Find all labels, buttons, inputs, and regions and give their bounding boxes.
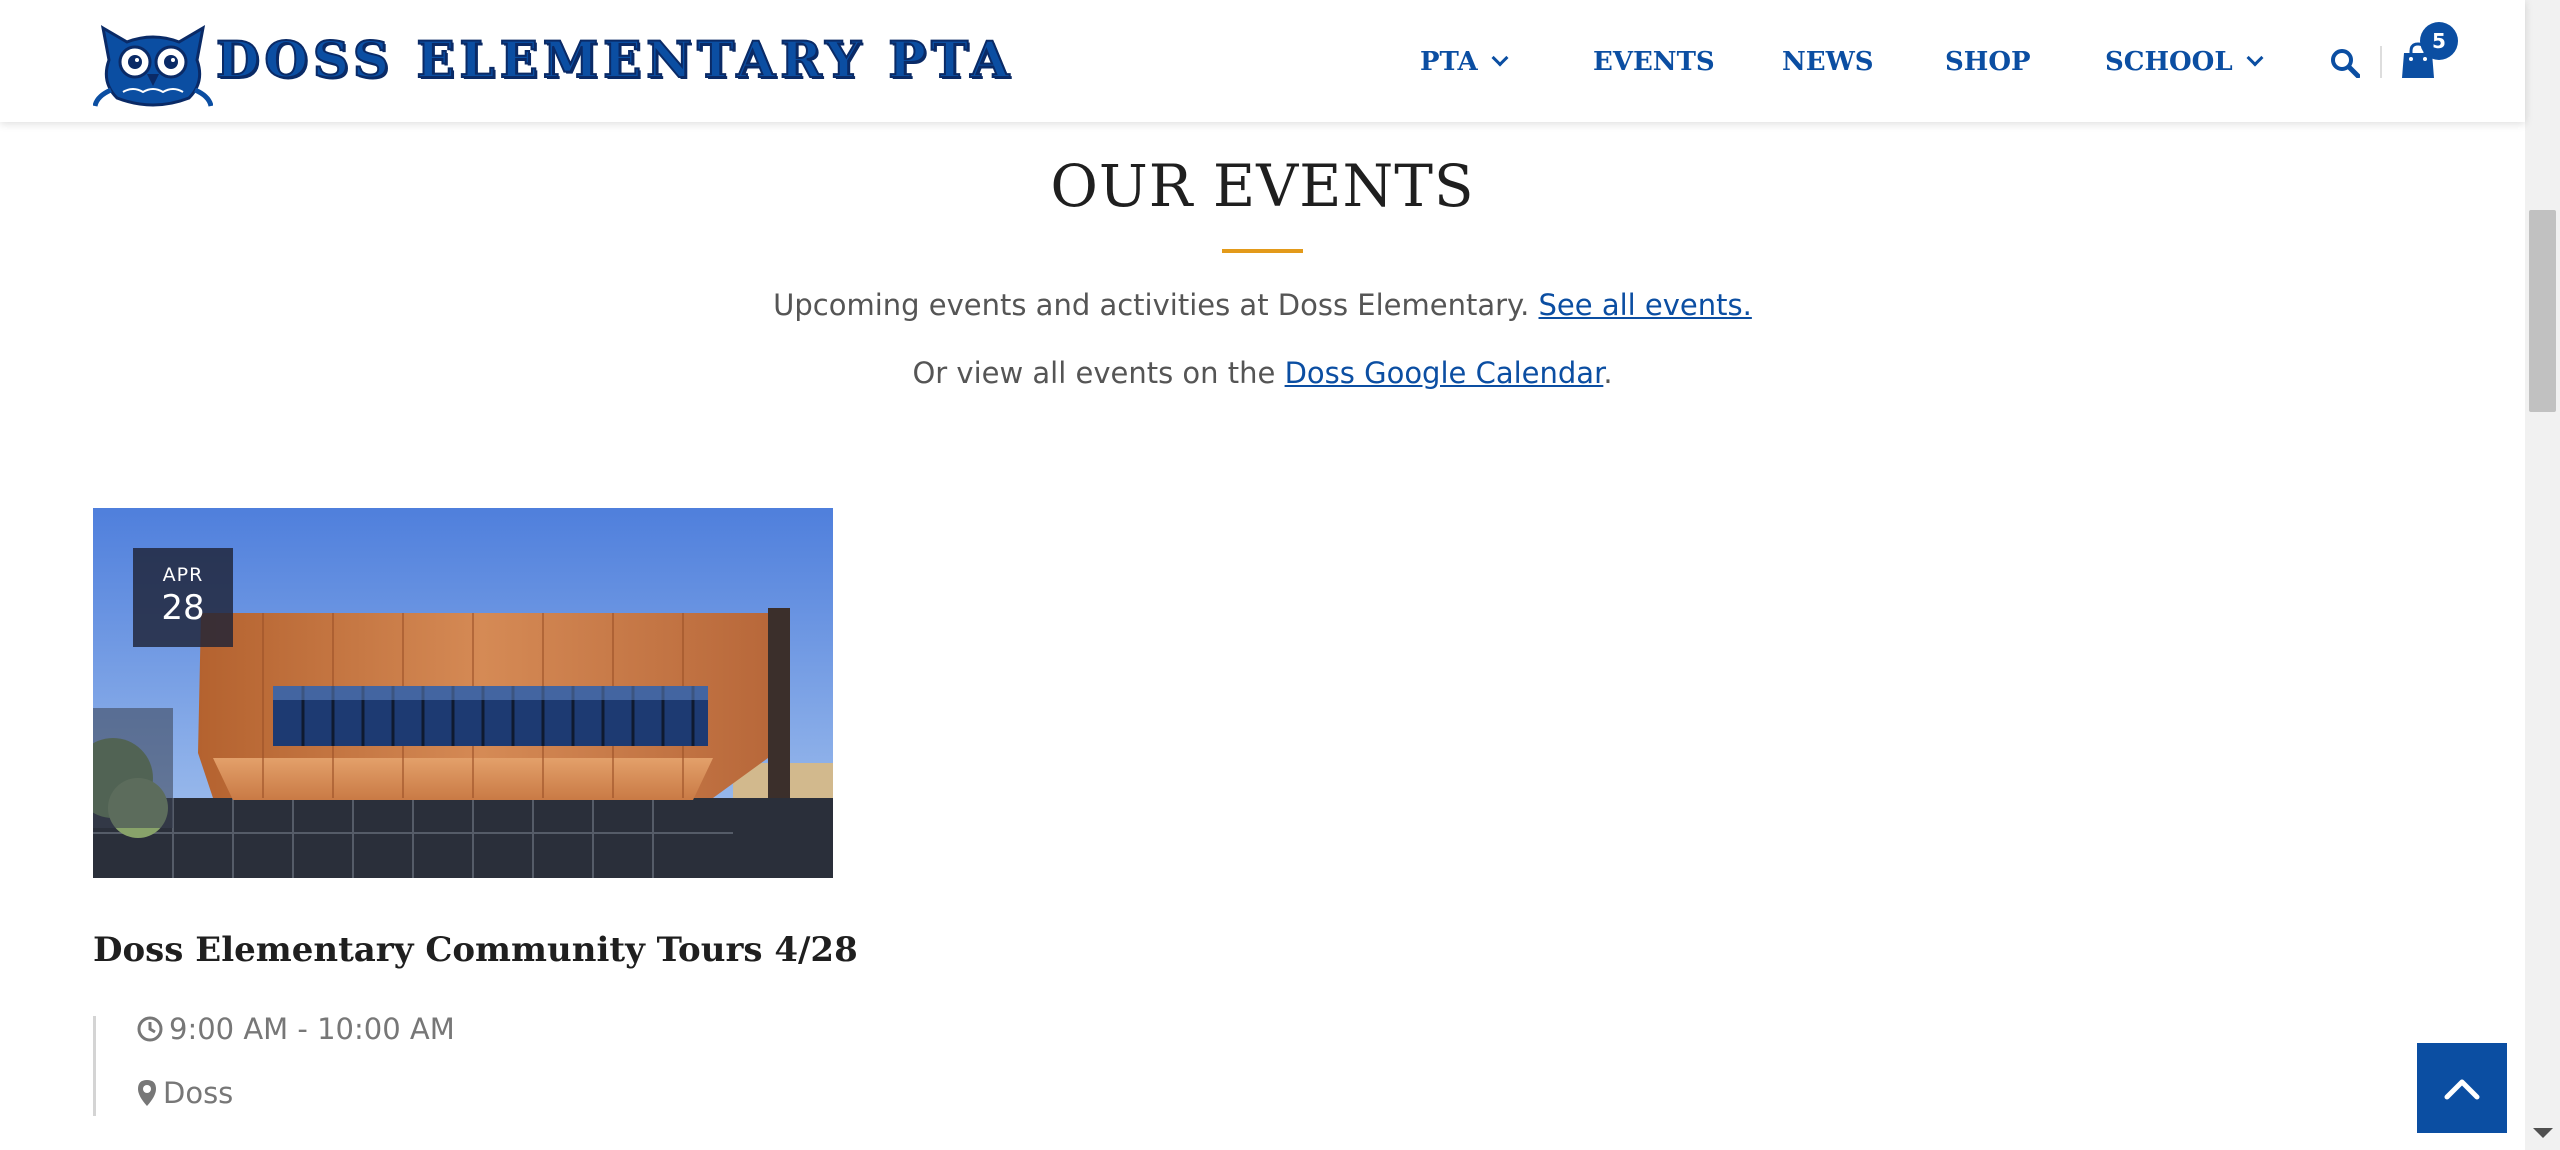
event-meta-rule xyxy=(93,1016,96,1116)
event-location: Doss xyxy=(137,1076,233,1110)
chevron-up-icon xyxy=(2444,1079,2480,1100)
cart-count-badge: 5 xyxy=(2420,22,2458,60)
map-pin-icon xyxy=(138,1080,156,1106)
nav-item-school[interactable]: SCHOOL xyxy=(2105,38,2264,86)
nav-item-label: NEWS xyxy=(1782,47,1874,77)
chevron-down-icon xyxy=(1491,49,1509,67)
nav-item-label: SHOP xyxy=(1945,47,2031,77)
back-to-top-button[interactable] xyxy=(2417,1043,2507,1133)
nav-item-news[interactable]: NEWS xyxy=(1782,38,1874,86)
nav-item-label: SCHOOL xyxy=(2105,47,2233,77)
event-time: 9:00 AM - 10:00 AM xyxy=(137,1012,455,1046)
page-scrollbar[interactable] xyxy=(2525,0,2560,1150)
event-date-badge: APR 28 xyxy=(133,548,233,647)
google-calendar-link[interactable]: Doss Google Calendar xyxy=(1285,356,1604,390)
nav-item-events[interactable]: EVENTS xyxy=(1593,38,1715,86)
title-underline xyxy=(1222,249,1303,253)
events-intro: Upcoming events and activities at Doss E… xyxy=(0,288,2525,322)
clock-icon xyxy=(137,1016,163,1042)
scroll-down-arrow-icon[interactable] xyxy=(2533,1128,2553,1138)
event-day: 28 xyxy=(161,588,205,628)
intro-text: Upcoming events and activities at Doss E… xyxy=(773,288,1539,322)
calendar-line: Or view all events on the Doss Google Ca… xyxy=(0,356,2525,390)
event-time-text: 9:00 AM - 10:00 AM xyxy=(169,1012,455,1046)
event-location-text: Doss xyxy=(163,1076,234,1110)
nav-item-label: EVENTS xyxy=(1593,47,1715,77)
calendar-suffix: . xyxy=(1603,356,1613,390)
section-title: OUR EVENTS xyxy=(1050,152,1475,220)
event-month: APR xyxy=(162,564,204,586)
nav-divider xyxy=(2380,46,2382,78)
chevron-down-icon xyxy=(2246,49,2264,67)
nav-item-shop[interactable]: SHOP xyxy=(1945,38,2031,86)
event-title-link[interactable]: Doss Elementary Community Tours 4/28 xyxy=(93,930,858,970)
scrollbar-thumb[interactable] xyxy=(2529,210,2556,412)
search-icon[interactable] xyxy=(2330,48,2360,78)
main-nav: PTA EVENTS NEWS SHOP SCHOOL xyxy=(0,38,2525,86)
see-all-events-link[interactable]: See all events. xyxy=(1539,288,1752,322)
nav-item-pta[interactable]: PTA xyxy=(1420,38,1509,86)
nav-item-label: PTA xyxy=(1420,47,1478,77)
site-header: DOSS ELEMENTARY PTA PTA EVENTS NEWS SHOP… xyxy=(0,0,2525,122)
calendar-prefix: Or view all events on the xyxy=(912,356,1285,390)
